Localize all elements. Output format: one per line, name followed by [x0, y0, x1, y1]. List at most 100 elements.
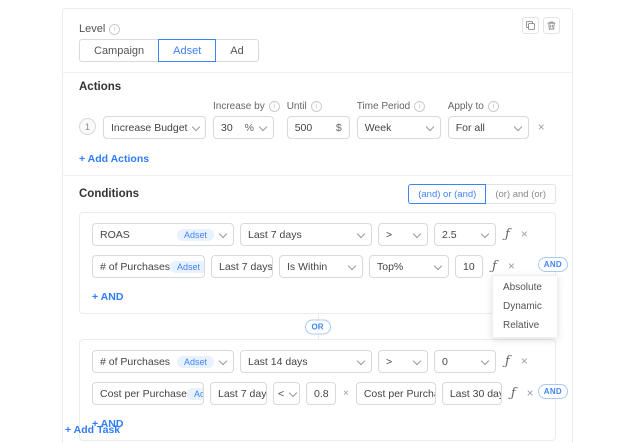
- action-index-badge: 1: [79, 118, 96, 135]
- chevron-down-icon: [413, 229, 421, 237]
- function-type-menu: Absolute Dynamic Relative: [492, 275, 558, 338]
- date-range-value: Last 7 days: [218, 388, 267, 400]
- level-label: Level: [79, 23, 105, 35]
- date-range-select[interactable]: Last 7 days: [240, 223, 372, 246]
- chevron-down-icon: [413, 356, 421, 364]
- info-icon: i: [488, 101, 499, 112]
- condition-group-2: # of Purchases Adset Last 14 days > 0 ƒ …: [79, 339, 556, 441]
- multiply-icon: ×: [342, 388, 350, 399]
- metric-value: Cost per Purchase: [100, 388, 187, 400]
- level-tag: Adset: [177, 229, 214, 241]
- actions-title: Actions: [79, 81, 556, 93]
- metric-select[interactable]: # of Purchases Adset: [92, 255, 205, 278]
- or-badge: OR: [305, 319, 331, 334]
- compare-range-value: Last 30 days: [450, 388, 502, 400]
- copy-icon: [525, 20, 536, 31]
- add-task-link[interactable]: + Add Task: [65, 424, 120, 436]
- time-period-value: Week: [365, 122, 392, 134]
- action-type-value: Increase Budget: [111, 122, 187, 134]
- chevron-down-icon: [425, 122, 433, 130]
- condition-group-1: ROAS Adset Last 7 days > 2.5 ƒ × # of Pu…: [79, 212, 556, 314]
- chevron-down-icon: [289, 388, 297, 396]
- metric-value: # of Purchases: [100, 356, 170, 368]
- value-select[interactable]: 2.5: [434, 223, 496, 246]
- operator-value: >: [386, 356, 392, 368]
- increase-by-label: Increase by: [213, 101, 265, 112]
- operator-select[interactable]: >: [378, 350, 428, 373]
- remove-action-button[interactable]: ×: [536, 116, 547, 139]
- remove-condition-button[interactable]: ×: [525, 382, 536, 405]
- chevron-down-icon: [219, 229, 227, 237]
- conditions-title: Conditions: [79, 188, 139, 200]
- metric-level-select[interactable]: Adset: [177, 356, 226, 368]
- tab-campaign[interactable]: Campaign: [79, 39, 158, 62]
- increase-by-input[interactable]: 30 %: [213, 116, 274, 139]
- menu-item-relative[interactable]: Relative: [493, 316, 557, 335]
- task-card: Level i Campaign Adset Ad Actions 1: [62, 8, 573, 443]
- chevron-down-icon: [259, 122, 267, 130]
- metric-level-select[interactable]: Adset: [177, 229, 226, 241]
- metric-select[interactable]: Cost per Purchase Adset: [92, 382, 204, 405]
- function-icon[interactable]: ƒ: [502, 354, 513, 369]
- date-range-select[interactable]: Last 7 days: [210, 382, 267, 405]
- value: 2.5: [442, 229, 457, 241]
- function-icon[interactable]: ƒ: [508, 386, 519, 401]
- operator-select[interactable]: <: [273, 382, 300, 405]
- operator-value: Is Within: [287, 261, 327, 273]
- metric-level-select[interactable]: Adset: [187, 388, 204, 400]
- date-range-value: Last 7 days: [248, 229, 302, 241]
- apply-to-select[interactable]: For all: [448, 116, 529, 139]
- until-unit: $: [336, 122, 342, 134]
- metric-value: ROAS: [100, 229, 130, 241]
- action-type-select[interactable]: Increase Budget: [103, 116, 206, 139]
- time-period-label: Time Period: [357, 101, 411, 112]
- metric-level-select[interactable]: Adset: [170, 261, 205, 273]
- increase-by-value: 30: [221, 122, 233, 134]
- mode-select[interactable]: Top%: [369, 255, 449, 278]
- value-select[interactable]: 0: [434, 350, 496, 373]
- info-icon: i: [269, 101, 280, 112]
- date-range-select[interactable]: Last 14 days: [240, 350, 372, 373]
- info-icon: i: [414, 101, 425, 112]
- menu-item-dynamic[interactable]: Dynamic: [493, 297, 557, 316]
- compare-metric-select[interactable]: Cost per Purchase: [356, 382, 436, 405]
- tab-adset[interactable]: Adset: [158, 39, 216, 62]
- chevron-down-icon: [481, 229, 489, 237]
- function-icon[interactable]: ƒ: [489, 259, 500, 274]
- chevron-down-icon: [357, 356, 365, 364]
- value-input[interactable]: 0.8: [306, 382, 336, 405]
- chevron-down-icon: [219, 356, 227, 364]
- duplicate-task-button[interactable]: [522, 17, 539, 34]
- until-label: Until: [287, 101, 307, 112]
- menu-item-absolute[interactable]: Absolute: [493, 278, 557, 297]
- level-tag: Adset: [177, 356, 214, 368]
- value: 0: [442, 356, 448, 368]
- chevron-down-icon: [357, 229, 365, 237]
- time-period-select[interactable]: Week: [357, 116, 441, 139]
- function-icon[interactable]: ƒ: [502, 227, 513, 242]
- add-and-link[interactable]: + AND: [92, 291, 123, 303]
- remove-condition-button[interactable]: ×: [519, 223, 530, 246]
- operator-select[interactable]: Is Within: [279, 255, 363, 278]
- value: 0.8: [314, 388, 329, 400]
- until-input[interactable]: 500 $: [287, 116, 350, 139]
- condition-row: # of Purchases Adset Last 14 days > 0 ƒ …: [92, 350, 543, 373]
- trash-icon: [546, 20, 557, 31]
- mode-and-or-and-button[interactable]: (and) or (and): [408, 184, 486, 204]
- date-range-select[interactable]: Last 7 days: [211, 255, 273, 278]
- delete-task-button[interactable]: [543, 17, 560, 34]
- compare-range-select[interactable]: Last 30 days: [442, 382, 502, 405]
- mode-or-and-or-button[interactable]: (or) and (or): [486, 184, 556, 204]
- condition-row: # of Purchases Adset Last 7 days Is With…: [92, 255, 543, 278]
- tab-ad[interactable]: Ad: [216, 39, 258, 62]
- chevron-down-icon: [434, 261, 442, 269]
- task-editor-page: Level i Campaign Adset Ad Actions 1: [0, 0, 635, 443]
- add-actions-link[interactable]: + Add Actions: [79, 153, 149, 165]
- metric-select[interactable]: # of Purchases Adset: [92, 350, 234, 373]
- metric-select[interactable]: ROAS Adset: [92, 223, 234, 246]
- remove-condition-button[interactable]: ×: [519, 350, 530, 373]
- condition-row: ROAS Adset Last 7 days > 2.5 ƒ ×: [92, 223, 543, 246]
- operator-select[interactable]: >: [378, 223, 428, 246]
- apply-to-value: For all: [456, 122, 485, 134]
- value-input[interactable]: 10: [455, 255, 483, 278]
